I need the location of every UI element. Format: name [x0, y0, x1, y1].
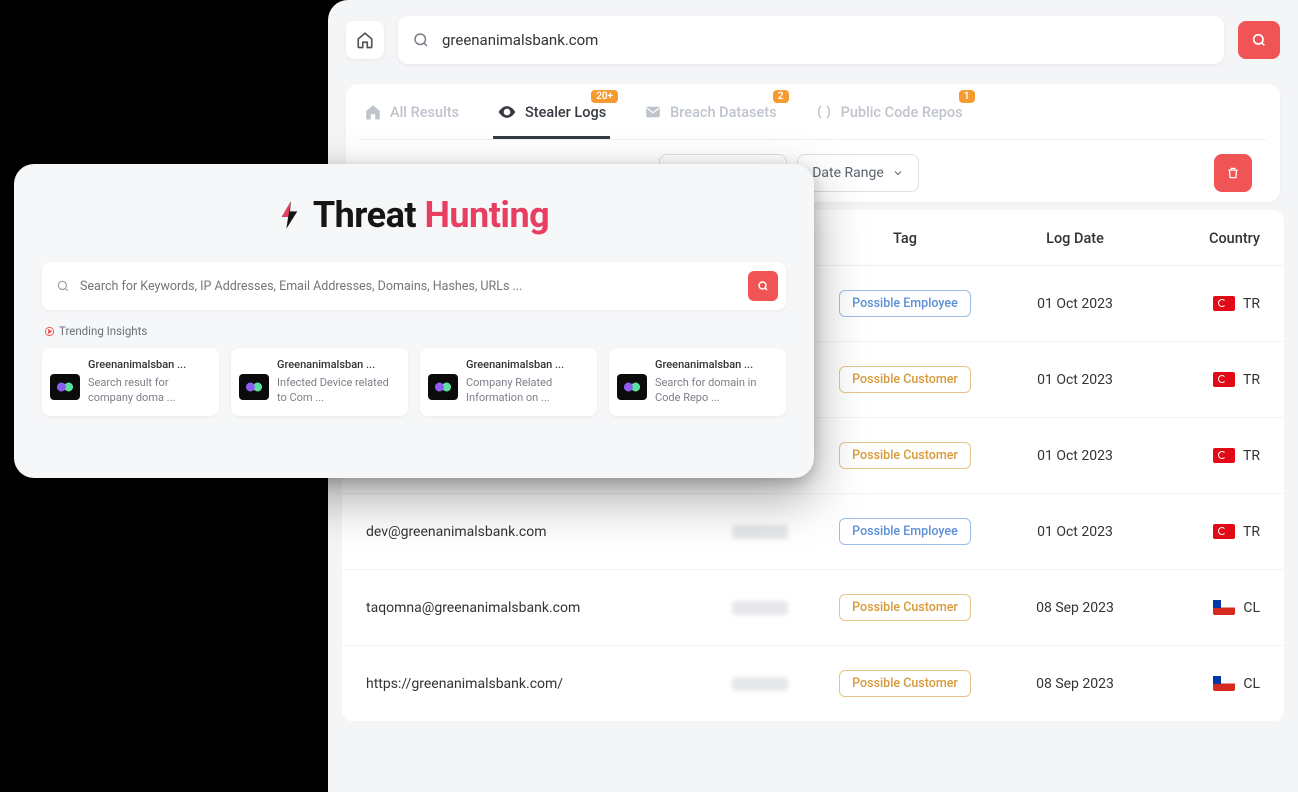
row-country: CL — [1160, 676, 1260, 692]
mail-icon — [644, 103, 662, 121]
home-icon — [356, 31, 374, 49]
threat-hunting-panel: Threat Hunting Trending Insights Greenan… — [14, 164, 814, 478]
global-search-input[interactable] — [442, 31, 1210, 49]
tab-label: Stealer Logs — [525, 104, 606, 121]
tab-badge: 2 — [773, 90, 789, 103]
flag-icon — [1213, 372, 1235, 387]
flag-icon — [1213, 524, 1235, 539]
tag-pill: Possible Customer — [839, 366, 971, 393]
tag-pill: Possible Employee — [839, 290, 971, 317]
table-row[interactable]: dev@greenanimalsbank.com Possible Employe… — [342, 494, 1284, 570]
row-country: TR — [1160, 524, 1260, 540]
search-icon — [757, 280, 769, 292]
row-country: TR — [1160, 296, 1260, 312]
overlay-search[interactable] — [42, 262, 786, 310]
play-circle-icon — [44, 326, 55, 337]
flag-icon — [1213, 448, 1235, 463]
insight-card[interactable]: Greenanimalsban ...Search for domain in … — [609, 348, 786, 416]
search-submit-button[interactable] — [1238, 21, 1280, 59]
flag-icon — [1213, 600, 1235, 615]
tag-pill: Possible Customer — [839, 594, 971, 621]
home-icon — [364, 103, 382, 121]
tab-label: Public Code Repos — [841, 104, 963, 121]
dropdown-label: Date Range — [812, 165, 884, 181]
card-text: Greenanimalsban ...Infected Device relat… — [277, 358, 398, 406]
trash-icon — [1226, 166, 1240, 180]
chevron-down-icon — [892, 167, 904, 179]
overlay-search-input[interactable] — [80, 279, 738, 294]
trending-header: Trending Insights — [44, 324, 786, 338]
row-country: TR — [1160, 448, 1260, 464]
delete-button[interactable] — [1214, 154, 1252, 192]
card-thumbnail — [50, 374, 80, 400]
date-range-dropdown[interactable]: Date Range — [797, 154, 919, 192]
search-icon — [56, 279, 70, 293]
row-date: 08 Sep 2023 — [990, 600, 1160, 616]
col-country: Country — [1160, 230, 1260, 247]
card-text: Greenanimalsban ...Search result for com… — [88, 358, 209, 406]
insight-card[interactable]: Greenanimalsban ...Company Related Infor… — [420, 348, 597, 416]
row-identifier: dev@greenanimalsbank.com — [366, 524, 700, 540]
tab-badge: 1 — [959, 90, 975, 103]
tab-label: Breach Datasets — [670, 104, 776, 121]
code-icon — [815, 103, 833, 121]
tab-all-results[interactable]: All Results — [360, 84, 463, 139]
brand-title: Threat Hunting — [42, 194, 786, 236]
tab-code-repos[interactable]: Public Code Repos 1 — [811, 84, 967, 139]
col-tag: Tag — [820, 230, 990, 247]
topbar — [328, 0, 1298, 74]
flag-icon — [1213, 296, 1235, 311]
card-thumbnail — [617, 374, 647, 400]
table-row[interactable]: taqomna@greenanimalsbank.com Possible Cus… — [342, 570, 1284, 646]
card-text: Greenanimalsban ...Company Related Infor… — [466, 358, 587, 406]
bolt-icon — [279, 201, 301, 229]
col-logdate: Log Date — [990, 230, 1160, 247]
eye-icon — [497, 102, 517, 122]
row-password — [700, 525, 820, 539]
row-identifier: https://greenanimalsbank.com/ — [366, 676, 700, 692]
row-date: 01 Oct 2023 — [990, 448, 1160, 464]
card-thumbnail — [239, 374, 269, 400]
tag-pill: Possible Customer — [839, 442, 971, 469]
search-icon — [1251, 32, 1267, 48]
flag-icon — [1213, 676, 1235, 691]
row-date: 01 Oct 2023 — [990, 524, 1160, 540]
tag-pill: Possible Employee — [839, 518, 971, 545]
card-thumbnail — [428, 374, 458, 400]
search-icon — [412, 31, 430, 49]
tab-stealer-logs[interactable]: Stealer Logs 20+ — [493, 84, 610, 139]
row-date: 01 Oct 2023 — [990, 296, 1160, 312]
table-row[interactable]: https://greenanimalsbank.com/Possible Cu… — [342, 646, 1284, 722]
tab-breach-datasets[interactable]: Breach Datasets 2 — [640, 84, 780, 139]
insight-card[interactable]: Greenanimalsban ...Search result for com… — [42, 348, 219, 416]
overlay-search-button[interactable] — [748, 271, 778, 301]
row-identifier: taqomna@greenanimalsbank.com — [366, 600, 700, 616]
global-search[interactable] — [398, 16, 1224, 64]
row-date: 08 Sep 2023 — [990, 676, 1160, 692]
row-date: 01 Oct 2023 — [990, 372, 1160, 388]
row-password — [700, 601, 820, 615]
tab-label: All Results — [390, 104, 459, 121]
row-password — [700, 677, 820, 691]
insight-card[interactable]: Greenanimalsban ...Infected Device relat… — [231, 348, 408, 416]
tab-badge: 20+ — [591, 90, 618, 103]
row-country: TR — [1160, 372, 1260, 388]
tag-pill: Possible Customer — [839, 670, 971, 697]
card-text: Greenanimalsban ...Search for domain in … — [655, 358, 776, 406]
home-button[interactable] — [346, 21, 384, 59]
row-country: CL — [1160, 600, 1260, 616]
